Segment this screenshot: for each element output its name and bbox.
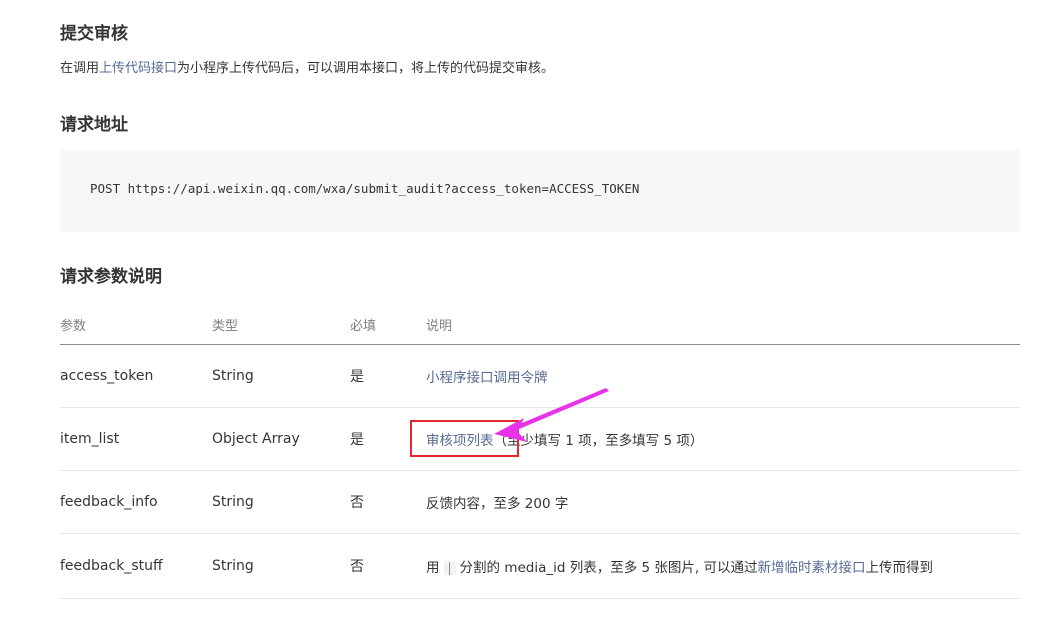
param-description: 反馈内容，至多 200 字 xyxy=(426,470,1020,534)
request-url-code: POST https://api.weixin.qq.com/wxa/submi… xyxy=(90,181,640,196)
param-required: 否 xyxy=(350,470,426,534)
header-param: 参数 xyxy=(60,304,212,345)
pipe-code: | xyxy=(443,561,456,575)
param-description: 小程序接口调用令牌 xyxy=(426,344,1020,408)
params-table: 参数 类型 必填 说明 access_token String 是 小程序接口调… xyxy=(60,304,1020,599)
param-type: Object Array xyxy=(212,407,350,471)
param-description-text: （至少填写 1 项，至多填写 5 项） xyxy=(493,433,704,449)
request-url-codeblock: POST https://api.weixin.qq.com/wxa/submi… xyxy=(60,150,1020,232)
params-heading: 请求参数说明 xyxy=(60,267,162,287)
header-type: 类型 xyxy=(212,304,350,345)
audit-item-list-link[interactable]: 审核项列表 xyxy=(426,433,494,449)
intro-prefix: 在调用 xyxy=(60,61,100,76)
temp-media-api-link[interactable]: 新增临时素材接口 xyxy=(758,560,866,576)
desc-suffix: 上传而得到 xyxy=(865,560,934,576)
param-required: 否 xyxy=(350,533,426,599)
param-description: 用 | 分割的 media_id 列表，至多 5 张图片, 可以通过新增临时素材接口… xyxy=(426,533,1020,599)
page-title: 提交审核 xyxy=(60,24,128,44)
upload-code-api-link[interactable]: 上传代码接口 xyxy=(99,61,177,76)
param-type: String xyxy=(212,470,350,534)
param-name: access_token xyxy=(60,344,212,408)
header-required: 必填 xyxy=(350,304,426,345)
param-name: item_list xyxy=(60,407,212,471)
header-description: 说明 xyxy=(426,304,1020,345)
desc-prefix: 用 xyxy=(426,560,440,576)
param-type: String xyxy=(212,533,350,599)
param-required: 是 xyxy=(350,344,426,408)
desc-middle: 分割的 media_id 列表，至多 5 张图片, 可以通过 xyxy=(459,560,758,576)
table-row: feedback_info String 否 反馈内容，至多 200 字 xyxy=(60,470,1020,534)
table-row: access_token String 是 小程序接口调用令牌 xyxy=(60,344,1020,408)
param-type: String xyxy=(212,344,350,408)
table-row: feedback_stuff String 否 用 | 分割的 media_id 列… xyxy=(60,533,1020,599)
intro-suffix: 为小程序上传代码后，可以调用本接口，将上传的代码提交审核。 xyxy=(177,61,555,76)
params-table-header: 参数 类型 必填 说明 xyxy=(60,304,1020,345)
param-description: 审核项列表（至少填写 1 项，至多填写 5 项） xyxy=(426,407,1020,471)
table-row: item_list Object Array 是 审核项列表（至少填写 1 项，… xyxy=(60,407,1020,471)
request-url-heading: 请求地址 xyxy=(60,115,128,135)
param-required: 是 xyxy=(350,407,426,471)
param-name: feedback_stuff xyxy=(60,533,212,599)
intro-paragraph: 在调用上传代码接口为小程序上传代码后，可以调用本接口，将上传的代码提交审核。 xyxy=(60,59,554,79)
access-token-link[interactable]: 小程序接口调用令牌 xyxy=(426,370,548,386)
param-name: feedback_info xyxy=(60,470,212,534)
